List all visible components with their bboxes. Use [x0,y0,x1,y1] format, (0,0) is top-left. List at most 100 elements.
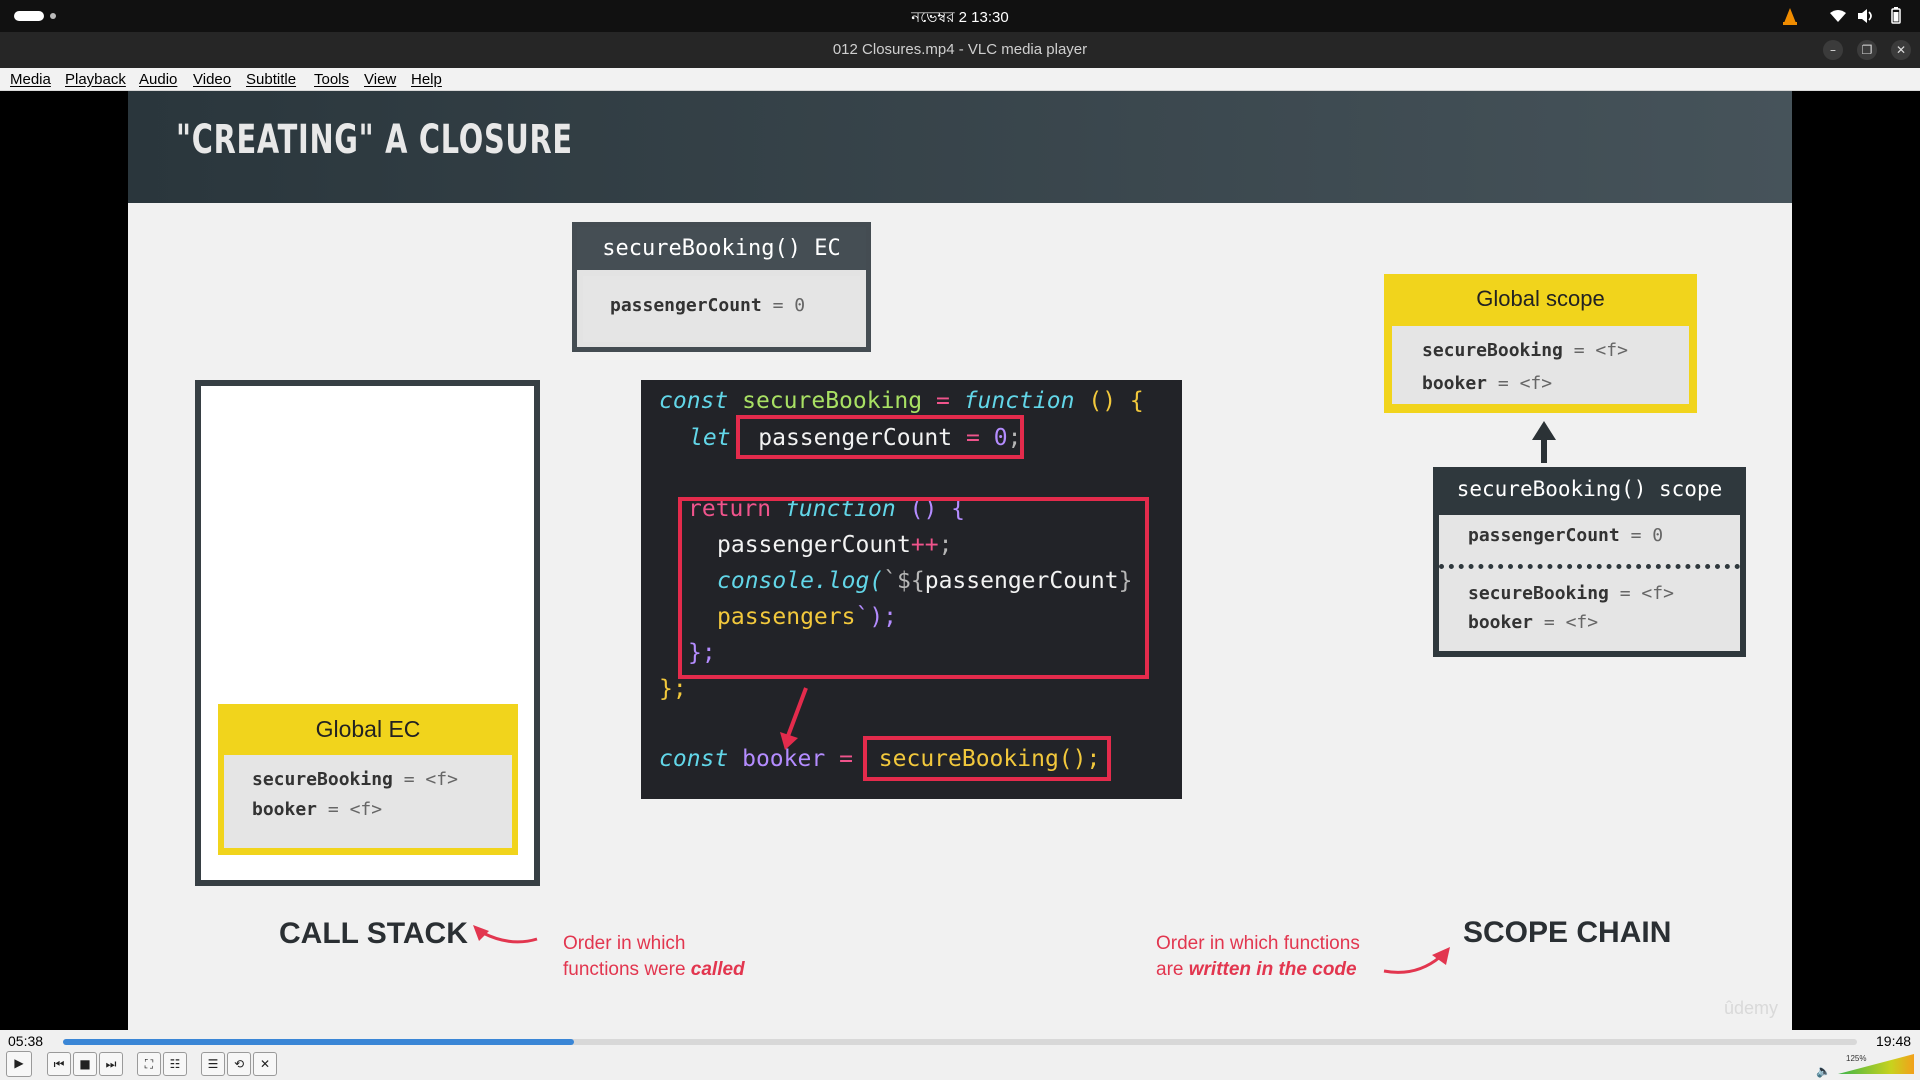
scope-local-row: passengerCount = 0 [1468,525,1663,546]
ec-var-eq: = [772,295,784,316]
highlight-return-function [678,497,1149,679]
playlist-icon: ☰ [207,1057,219,1071]
ec-var-value: 0 [794,295,806,316]
fullscreen-icon: ⛶ [144,1057,154,1071]
maximize-button[interactable]: ❐ [1857,40,1877,60]
scope-outer-rows: secureBooking = <f> booker = <f> [1468,579,1674,637]
row-value: 0 [1652,525,1664,546]
battery-icon[interactable] [1887,7,1903,25]
menu-video[interactable]: Video [193,71,231,88]
volume-icon[interactable] [1857,8,1875,24]
secure-booking-ec-box: secureBooking() EC passengerCount = 0 [572,222,871,352]
player-controls: 05:38 19:48 ▶ ⏮ ■ ⏭ ⛶ ☷ ☰ ⟲ ✕ 🔈 125% [0,1030,1920,1080]
code-snippet: const secureBooking = function () { let … [641,380,1182,799]
ident: secureBooking [742,388,923,414]
call-stack-note: Order in which functions were called [563,931,745,983]
secure-booking-scope-title: secureBooking() scope [1456,477,1723,501]
menu-tools[interactable]: Tools [314,71,349,88]
window-title-bar: 012 Closures.mp4 - VLC media player – ❐ … [0,32,1920,68]
op: = [935,388,950,414]
note-line: Order in which [563,933,686,954]
secure-booking-ec-body: passengerCount = 0 [583,276,860,342]
global-ec-row: booker = <f> [252,795,512,825]
row-name: booker [1422,373,1488,394]
extended-settings-button[interactable]: ☷ [163,1052,187,1076]
random-button[interactable]: ✕ [253,1052,277,1076]
row-value: <f> [1641,583,1674,604]
global-scope-body: secureBooking = <f> booker = <f> [1392,326,1689,404]
previous-button[interactable]: ⏮ [47,1052,71,1076]
secure-booking-scope-body: passengerCount = 0 secureBooking = <f> b… [1439,515,1740,651]
elapsed-time[interactable]: 05:38 [8,1033,43,1049]
row-eq: = [1630,525,1642,546]
scope-outer-row: booker = <f> [1468,608,1674,637]
minimize-button[interactable]: – [1823,40,1843,60]
row-eq: = [403,769,415,790]
next-icon: ⏭ [105,1057,117,1071]
fullscreen-button[interactable]: ⛶ [137,1052,161,1076]
row-value: <f> [349,799,383,820]
global-ec-box: Global EC secureBooking = <f> booker = <… [218,704,518,855]
menu-subtitle[interactable]: Subtitle [246,71,296,88]
total-time[interactable]: 19:48 [1876,1033,1911,1049]
menu-audio[interactable]: Audio [139,71,177,88]
row-name: booker [1468,612,1534,633]
row-name: secureBooking [1468,583,1609,604]
code-line-1: const secureBooking = function () { [659,388,1144,414]
note-emphasis: written in the code [1188,959,1357,980]
udemy-watermark: ûdemy [1724,998,1779,1018]
play-button[interactable]: ▶ [6,1051,32,1077]
code-line-8: }; [659,676,687,702]
note-text: are [1156,959,1184,980]
note-text: functions were [563,959,686,980]
volume-slider[interactable] [1838,1054,1914,1074]
video-frame-slide: "CREATING" A CLOSURE secureBooking() EC … [128,91,1792,1030]
global-scope-row: booker = <f> [1422,367,1689,400]
window-title: 012 Closures.mp4 - VLC media player [832,41,1088,58]
row-value: <f> [1595,340,1628,361]
seek-bar[interactable] [63,1039,1857,1045]
play-icon: ▶ [14,1056,24,1070]
secure-booking-ec-title: secureBooking() EC [577,227,866,270]
red-arrow-down [780,687,808,750]
speaker-icon[interactable]: 🔈 [1816,1064,1831,1078]
global-scope-title: Global scope [1476,286,1605,311]
close-button[interactable]: ✕ [1891,40,1911,60]
menu-help[interactable]: Help [411,71,442,88]
note-emphasis: called [690,959,745,980]
kw-const: const [659,388,729,414]
stop-button[interactable]: ■ [73,1052,97,1076]
previous-icon: ⏮ [53,1057,65,1071]
global-ec-body: secureBooking = <f> booker = <f> [224,755,512,848]
row-name: passengerCount [1468,525,1620,546]
next-button[interactable]: ⏭ [99,1052,123,1076]
secure-booking-scope-box: secureBooking() scope passengerCount = 0… [1433,467,1746,657]
row-name: secureBooking [1422,340,1563,361]
menu-playback[interactable]: Playback [65,71,126,88]
call-stack-label: CALL STACK [279,917,468,950]
vlc-cone-icon[interactable] [1782,7,1798,25]
loop-icon: ⟲ [233,1057,245,1071]
stop-icon: ■ [79,1057,91,1071]
global-scope-box: Global scope secureBooking = <f> booker … [1384,274,1697,413]
loop-button[interactable]: ⟲ [227,1052,251,1076]
menu-media[interactable]: Media [10,71,51,88]
menu-view[interactable]: View [364,71,396,88]
kw-const: const [659,746,729,772]
seek-progress [63,1039,575,1045]
slide-title: "CREATING" A CLOSURE [176,117,573,163]
row-eq: = [1619,583,1631,604]
wifi-icon[interactable] [1829,9,1847,23]
scope-chain-label: SCOPE CHAIN [1463,916,1672,949]
kw-let: let [689,425,731,451]
global-ec-row: secureBooking = <f> [252,765,512,795]
video-area[interactable]: "CREATING" A CLOSURE secureBooking() EC … [0,91,1920,1030]
system-clock[interactable]: নভেম্বর 2 13:30 [0,6,1920,31]
minimize-icon: – [1830,43,1836,57]
playlist-button[interactable]: ☰ [201,1052,225,1076]
scope-chain-note: Order in which functions are written in … [1156,931,1360,983]
shuffle-icon: ✕ [259,1057,271,1071]
row-value: <f> [425,769,458,790]
slide-header: "CREATING" A CLOSURE [128,91,1792,203]
row-eq: = [1497,373,1509,394]
